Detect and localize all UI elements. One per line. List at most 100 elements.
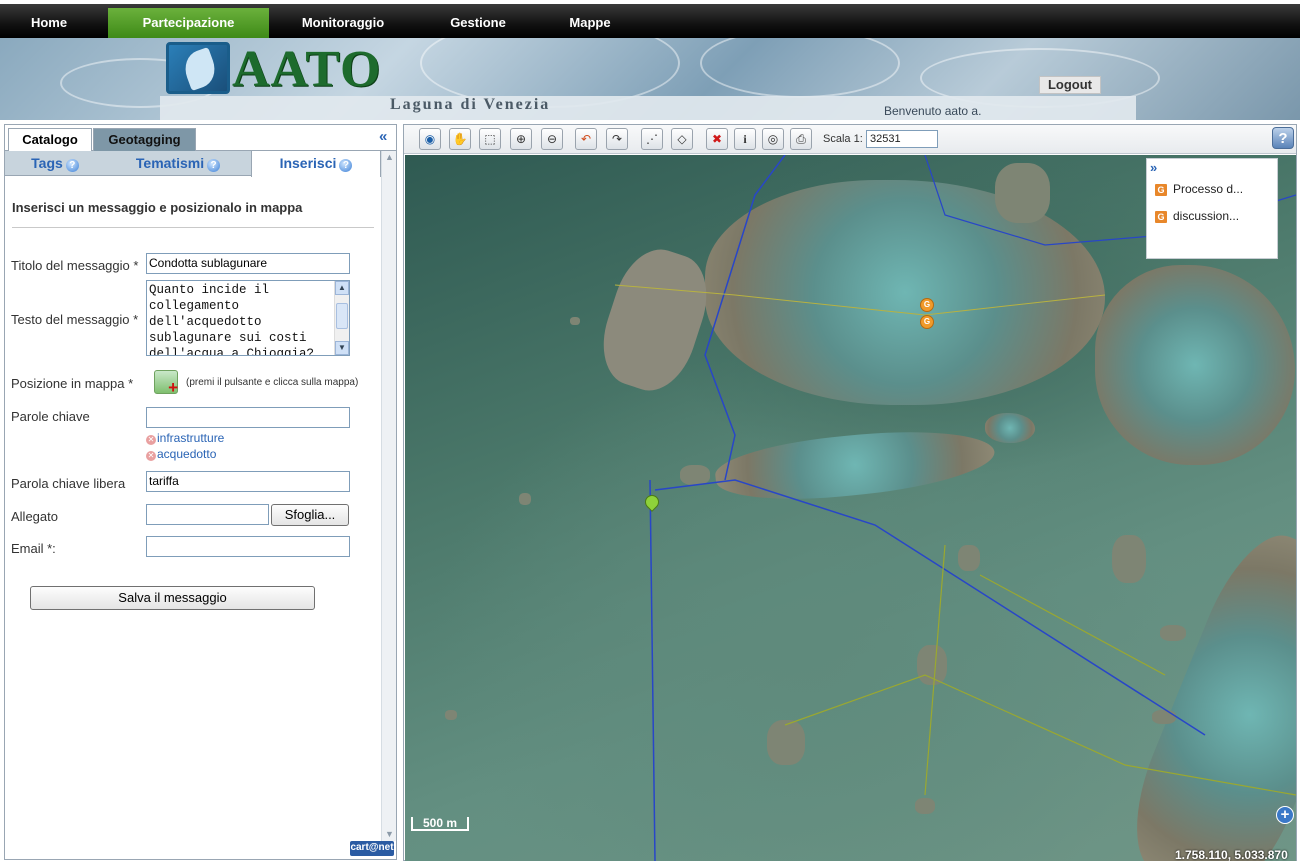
testo-value: Quanto incide il collegamento dell'acque… <box>149 283 315 356</box>
info-icon[interactable]: i <box>734 128 756 150</box>
zoom-in-button[interactable]: + <box>1276 806 1294 824</box>
browse-button[interactable]: Sfoglia... <box>271 504 349 526</box>
testo-textarea[interactable]: Quanto incide il collegamento dell'acque… <box>146 280 350 356</box>
tab-tags-label: Tags <box>31 155 63 171</box>
tag-label: acquedotto <box>157 447 217 461</box>
tab-catalogo[interactable]: Catalogo <box>8 128 92 152</box>
banner-strip <box>160 96 1136 120</box>
overview-item[interactable]: G Processo d... <box>1155 182 1243 196</box>
overview-item[interactable]: Gdiscussion... <box>1155 209 1239 223</box>
scroll-down-icon[interactable]: ▼ <box>383 828 396 841</box>
scroll-up-icon[interactable]: ▲ <box>335 281 349 295</box>
route-line <box>924 544 946 796</box>
add-position-button[interactable] <box>154 370 178 398</box>
previous-view-icon[interactable]: ↶ <box>575 128 597 150</box>
geotag-pin[interactable]: G <box>920 315 934 329</box>
parole-label: Parole chiave <box>11 409 90 424</box>
textarea-scrollbar[interactable]: ▲ ▼ <box>334 281 349 355</box>
parola-libera-label: Parola chiave libera <box>11 476 126 491</box>
logo-text: AATO <box>232 41 382 98</box>
email-label: Email *: <box>11 541 56 556</box>
remove-tag-icon[interactable]: ✕ <box>146 451 156 461</box>
clear-icon[interactable]: ✖ <box>706 128 728 150</box>
route-line <box>704 155 786 481</box>
scroll-thumb[interactable] <box>336 303 348 329</box>
divider <box>12 227 374 228</box>
overview-item-label: discussion... <box>1173 209 1240 223</box>
tab-tematismi-label: Tematismi <box>135 155 205 171</box>
zoom-out-icon[interactable]: ⊖ <box>541 128 563 150</box>
parola-libera-input[interactable]: tariffa <box>146 471 350 492</box>
route-line <box>654 479 1206 736</box>
tag-label: infrastrutture <box>157 431 225 445</box>
panel-scrollbar[interactable]: ▲ ▼ <box>381 151 396 841</box>
binoculars-icon[interactable]: ◎ <box>762 128 784 150</box>
logout-button[interactable]: Logout <box>1039 76 1101 94</box>
geotag-pin[interactable]: G <box>920 298 934 312</box>
tab-geotagging[interactable]: Geotagging <box>93 128 196 151</box>
zoom-in-icon[interactable]: ⊕ <box>510 128 532 150</box>
map-canvas[interactable]: G G » G Processo d... Gdiscussion... 500 … <box>405 155 1296 861</box>
map-toolbar: ◉ ✋ ⬚ ⊕ ⊖ ↶ ↷ ⋰ ◇ ✖ i ◎ ⎙ Scala 1: 32531… <box>404 125 1296 154</box>
tab-tags[interactable]: Tags? <box>5 151 105 176</box>
route-line <box>784 674 1296 796</box>
scale-label: Scala 1: <box>823 133 863 145</box>
help-icon[interactable]: ? <box>207 159 221 172</box>
tag-acquedotto[interactable]: ✕ acquedotto <box>146 447 216 461</box>
help-icon[interactable]: ? <box>65 159 79 172</box>
remove-tag-icon[interactable]: ✕ <box>146 435 156 445</box>
expand-overview-icon[interactable]: » <box>1150 160 1157 175</box>
tab-inserisci-label: Inserisci <box>279 155 337 171</box>
full-extent-icon[interactable]: ◉ <box>419 128 441 150</box>
inner-tabs: Tags? Tematismi? Inserisci? <box>5 151 381 177</box>
tab-inserisci[interactable]: Inserisci? <box>251 151 381 177</box>
allegato-input[interactable] <box>146 504 269 525</box>
nav-gestione[interactable]: Gestione <box>417 8 539 38</box>
allegato-label: Allegato <box>11 509 58 524</box>
print-icon[interactable]: ⎙ <box>790 128 812 150</box>
map-scalebar: 500 m <box>411 817 469 831</box>
overview-item-label: Processo d... <box>1173 182 1244 196</box>
geotag-icon: G <box>1155 184 1167 196</box>
nav-partecipazione[interactable]: Partecipazione <box>108 8 269 38</box>
parole-input[interactable] <box>146 407 350 428</box>
zoom-box-icon[interactable]: ⬚ <box>479 128 501 150</box>
welcome-text: Benvenuto aato a. <box>884 104 982 118</box>
header-banner: AATO Laguna di Venezia Logout <box>0 38 1300 120</box>
route-line <box>649 479 656 861</box>
map-panel: ◉ ✋ ⬚ ⊕ ⊖ ↶ ↷ ⋰ ◇ ✖ i ◎ ⎙ Scala 1: 32531… <box>403 124 1297 861</box>
scale-input[interactable]: 32531 <box>866 130 938 148</box>
outer-tabs: Catalogo Geotagging « <box>5 125 396 152</box>
aato-logo-icon <box>166 42 230 94</box>
cartonet-logo: cart@net <box>350 841 394 856</box>
save-message-button[interactable]: Salva il messaggio <box>30 586 315 610</box>
nav-mappe[interactable]: Mappe <box>549 8 631 38</box>
nav-home[interactable]: Home <box>0 8 98 38</box>
nav-monitoraggio[interactable]: Monitoraggio <box>279 8 407 38</box>
titolo-input[interactable]: Condotta sublagunare <box>146 253 350 274</box>
scroll-down-icon[interactable]: ▼ <box>335 341 349 355</box>
measure-line-icon[interactable]: ⋰ <box>641 128 663 150</box>
scroll-up-icon[interactable]: ▲ <box>383 151 396 164</box>
water-ripple <box>700 38 900 98</box>
form-title: Inserisci un messaggio e posizionalo in … <box>12 200 303 215</box>
posizione-hint: (premi il pulsante e clicca sulla mappa) <box>186 377 359 388</box>
collapse-left-icon[interactable]: « <box>379 128 387 145</box>
measure-area-icon[interactable]: ◇ <box>671 128 693 150</box>
route-line <box>979 574 1166 676</box>
pan-hand-icon[interactable]: ✋ <box>449 128 471 150</box>
tab-tematismi[interactable]: Tematismi? <box>105 151 251 176</box>
next-view-icon[interactable]: ↷ <box>606 128 628 150</box>
top-nav: Home Partecipazione Monitoraggio Gestion… <box>0 0 1300 38</box>
geotag-icon: G <box>1155 211 1167 223</box>
left-panel: Catalogo Geotagging « Tags? Tematismi? I… <box>4 124 397 860</box>
map-lines <box>614 155 1296 861</box>
route-line <box>614 284 1106 316</box>
email-input[interactable] <box>146 536 350 557</box>
help-icon[interactable]: ? <box>339 159 353 172</box>
logo-subtitle: Laguna di Venezia <box>390 96 551 113</box>
tag-infrastrutture[interactable]: ✕ infrastrutture <box>146 431 224 445</box>
posizione-label: Posizione in mappa * <box>11 376 134 391</box>
help-button[interactable]: ? <box>1272 127 1294 149</box>
map-coordinates: 1.758.110, 5.033.870 <box>1175 848 1288 861</box>
